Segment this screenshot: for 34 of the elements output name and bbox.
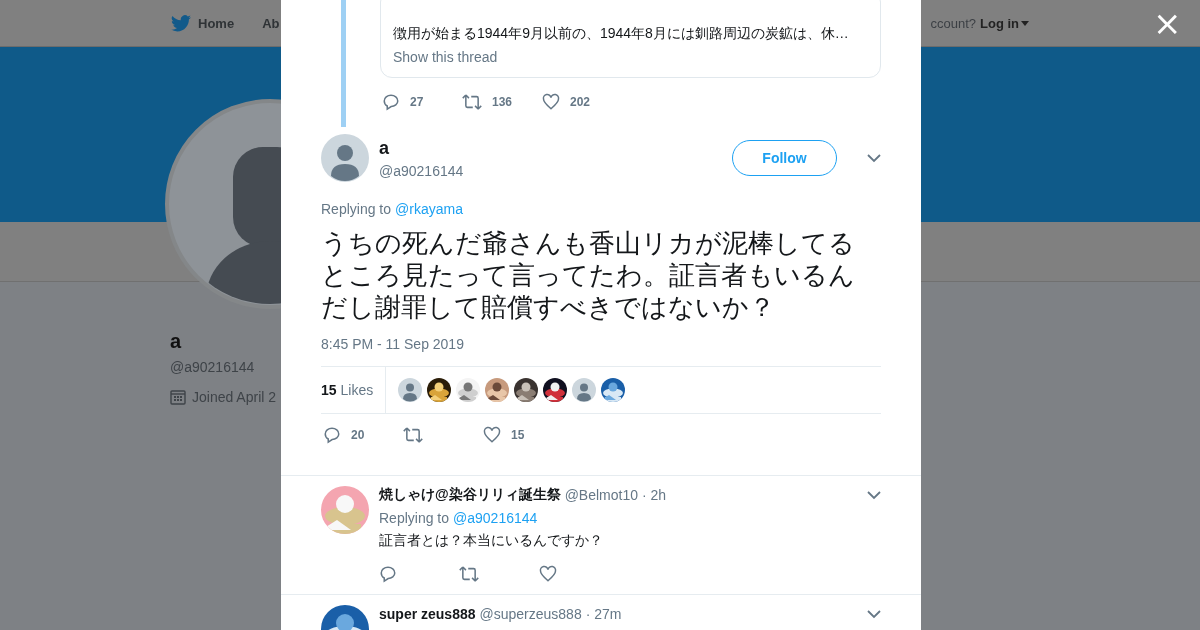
joined-date: Joined April 2: [192, 389, 277, 405]
account-prompt: ccount?: [930, 15, 976, 31]
follow-button[interactable]: Follow: [732, 140, 837, 176]
nav-link[interactable]: Ab: [262, 15, 280, 31]
close-button[interactable]: ×: [1153, 10, 1179, 36]
tweet-timestamp: 8:45 PM - 11 Sep 2019: [321, 336, 465, 352]
user-handle: @superzeus888: [479, 606, 582, 622]
profile-name: a: [170, 330, 182, 353]
profile-handle: @a90216144: [170, 359, 255, 375]
reply-text: 証言者とは？本当にいるんですか？: [379, 532, 604, 550]
login-link[interactable]: Log in: [980, 15, 1029, 31]
reply-count: 27: [410, 94, 424, 109]
likes-label: Likes: [340, 382, 374, 398]
show-thread-link[interactable]: Show this thread: [393, 49, 868, 65]
user-handle: @Belmot10: [564, 487, 638, 503]
replying-label: Replying to: [321, 201, 392, 217]
user-name[interactable]: super zeus888: [379, 606, 476, 622]
mention-link[interactable]: @rkayama: [395, 201, 463, 217]
mention-link[interactable]: @a90216144: [453, 510, 538, 526]
retweet-count: 136: [492, 94, 513, 109]
user-handle: @a90216144: [379, 162, 465, 179]
user-name[interactable]: 焼しゃけ@染谷リリィ誕生祭: [379, 486, 561, 504]
tweet-time[interactable]: · 2h: [642, 487, 667, 503]
replying-label: Replying to: [379, 510, 450, 526]
reply-count: 20: [351, 428, 365, 442]
quoted-tweet-card[interactable]: 徴用が始まる1944年9月以前の、1944年8月には釧路周辺の炭鉱は、休… Show this thread: [380, 0, 881, 78]
tweet-time[interactable]: · 27m: [585, 606, 622, 622]
nav-link[interactable]: Home: [171, 14, 235, 32]
like-count: 15: [511, 428, 525, 442]
user-name[interactable]: a: [379, 137, 722, 159]
like-total: 15: [321, 382, 337, 398]
quoted-tweet-text: 徴用が始まる1944年9月以前の、1944年8月には釧路周辺の炭鉱は、休…: [393, 25, 850, 43]
tweet-text: うちの死んだ爺さんも香山リカが泥棒してるところ見たって言ってたわ。証言者もいるんだし謝罪して賠償すべきではないか？: [321, 227, 856, 323]
like-count: 202: [570, 94, 591, 109]
